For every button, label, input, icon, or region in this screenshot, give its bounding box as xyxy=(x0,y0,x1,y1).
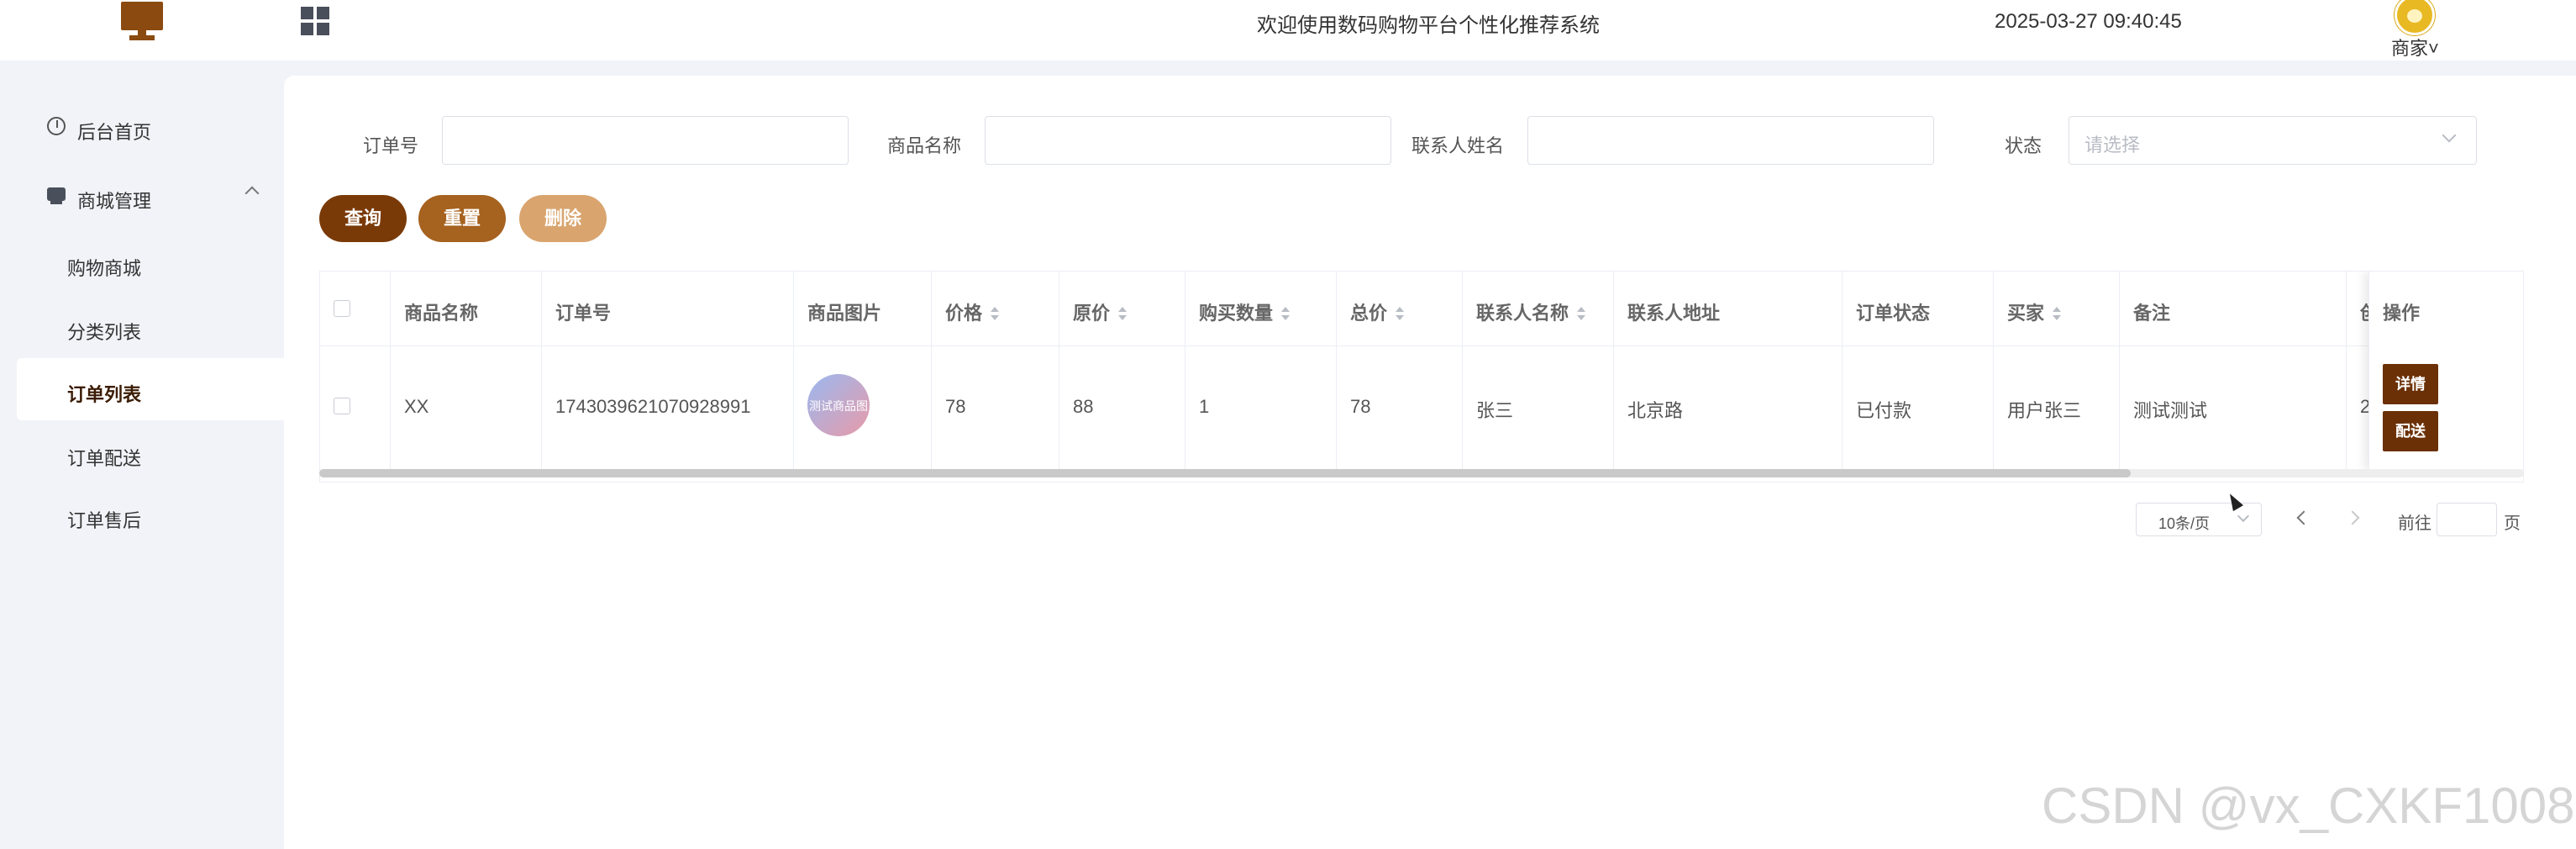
chevron-down-icon xyxy=(2442,128,2457,143)
cell-order-no: 1743039621070928991 xyxy=(542,345,794,470)
table-row: XX 1743039621070928991 测试商品图 78 88 1 78 xyxy=(320,345,2523,471)
cell-product-image: 测试商品图 xyxy=(794,345,932,470)
avatar xyxy=(2395,0,2435,35)
clock-icon xyxy=(47,117,66,135)
orders-table: 商品名称 订单号 商品图片 价格 原价 购买数量 总价 联系人名称 联系人地址 … xyxy=(319,271,2524,483)
sidebar: 后台首页 商城管理 购物商城 分类列表 订单列表 订单配送 订单售后 xyxy=(0,61,284,849)
col-header-contact-address: 联系人地址 xyxy=(1614,272,1843,345)
status-label: 状态 xyxy=(2005,135,2042,156)
table-horizontal-scrollbar[interactable] xyxy=(319,469,2524,477)
row-select-cell xyxy=(320,345,391,470)
col-header-buyer[interactable]: 买家 xyxy=(1994,272,2120,345)
page-unit-label: 页 xyxy=(2504,514,2521,533)
sort-icon[interactable] xyxy=(989,306,1001,323)
col-header-contact-name[interactable]: 联系人名称 xyxy=(1463,272,1614,345)
cell-order-status: 已付款 xyxy=(1843,345,1994,470)
col-header-original-price[interactable]: 原价 xyxy=(1059,272,1185,345)
page-size-select[interactable]: 10条/页 xyxy=(2136,503,2262,536)
col-header-operations: 操作 xyxy=(2383,303,2421,324)
sidebar-item-mall-management[interactable]: 商城管理 xyxy=(17,165,284,227)
user-name: 商家˅ xyxy=(2391,38,2439,59)
sidebar-item-label: 订单售后 xyxy=(67,510,142,531)
sidebar-item-label: 分类列表 xyxy=(67,322,142,343)
operations-column: 操作 详情 配送 xyxy=(2368,272,2523,470)
product-thumbnail[interactable]: 测试商品图 xyxy=(807,374,870,436)
contact-name-input[interactable] xyxy=(1527,116,1934,165)
sidebar-item-order-list[interactable]: 订单列表 xyxy=(17,358,284,420)
cell-price: 78 xyxy=(932,345,1059,470)
sidebar-item-order-delivery[interactable]: 订单配送 xyxy=(17,422,284,484)
query-button[interactable]: 查询 xyxy=(319,195,407,242)
sidebar-item-label: 后台首页 xyxy=(77,122,152,143)
table-header-row: 商品名称 订单号 商品图片 价格 原价 购买数量 总价 联系人名称 联系人地址 … xyxy=(320,272,2523,346)
sidebar-item-label: 订单配送 xyxy=(67,448,142,469)
sidebar-item-after-sales[interactable]: 订单售后 xyxy=(17,484,284,546)
status-select[interactable]: 请选择 xyxy=(2069,116,2477,165)
detail-button[interactable]: 详情 xyxy=(2383,364,2438,404)
main-panel: 订单号 商品名称 联系人姓名 状态 请选择 查询 重置 删除 商品名称 订单号 … xyxy=(284,76,2576,849)
page-title: 欢迎使用数码购物平台个性化推荐系统 xyxy=(1257,14,1600,37)
sidebar-item-shopping-mall[interactable]: 购物商城 xyxy=(17,232,284,294)
cell-product-name: XX xyxy=(391,345,542,470)
col-header-product-image: 商品图片 xyxy=(794,272,932,345)
sidebar-item-label: 购物商城 xyxy=(67,258,142,279)
col-header-product-name[interactable]: 商品名称 xyxy=(391,272,542,345)
prev-page-icon[interactable] xyxy=(2296,510,2311,525)
sidebar-item-dashboard[interactable]: 后台首页 xyxy=(17,96,284,158)
order-no-label: 订单号 xyxy=(363,135,419,156)
row-checkbox[interactable] xyxy=(334,398,350,414)
chevron-down-icon xyxy=(2237,509,2250,523)
order-no-input[interactable] xyxy=(442,116,849,165)
goto-page-input[interactable] xyxy=(2437,503,2497,536)
cell-original-price: 88 xyxy=(1059,345,1185,470)
col-header-total[interactable]: 总价 xyxy=(1337,272,1463,345)
reset-button[interactable]: 重置 xyxy=(418,195,506,242)
sidebar-item-label: 商城管理 xyxy=(77,191,152,212)
status-select-placeholder: 请选择 xyxy=(2084,134,2141,156)
sort-icon[interactable] xyxy=(1117,306,1128,323)
sort-icon[interactable] xyxy=(1575,306,1587,323)
product-name-label: 商品名称 xyxy=(887,135,962,156)
deliver-button[interactable]: 配送 xyxy=(2383,411,2438,451)
cell-total: 78 xyxy=(1337,345,1463,470)
cell-contact-name: 张三 xyxy=(1463,345,1614,470)
header-datetime: 2025-03-27 09:40:45 xyxy=(1995,10,2182,33)
goto-label: 前往 xyxy=(2398,514,2431,533)
top-header: 欢迎使用数码购物平台个性化推荐系统 2025-03-27 09:40:45 商家… xyxy=(0,0,2576,61)
product-name-input[interactable] xyxy=(985,116,1391,165)
col-header-remark: 备注 xyxy=(2120,272,2347,345)
cell-contact-address: 北京路 xyxy=(1614,345,1843,470)
sort-icon[interactable] xyxy=(2051,306,2063,323)
watermark: CSDN @vx_CXKF10088 xyxy=(2042,778,2576,834)
chevron-up-icon xyxy=(244,186,260,201)
col-header-order-status: 订单状态 xyxy=(1843,272,1994,345)
grid-menu-icon[interactable] xyxy=(301,7,329,35)
cell-buyer: 用户张三 xyxy=(1994,345,2120,470)
select-all-checkbox[interactable] xyxy=(334,300,350,317)
cell-remark: 测试测试 xyxy=(2120,345,2347,470)
header-select-cell xyxy=(320,272,391,345)
next-page-icon[interactable] xyxy=(2345,510,2360,525)
sidebar-item-label: 订单列表 xyxy=(67,384,142,405)
scrollbar-thumb[interactable] xyxy=(319,469,2131,477)
sidebar-item-category-list[interactable]: 分类列表 xyxy=(17,296,284,358)
shop-icon xyxy=(47,187,66,204)
sort-icon[interactable] xyxy=(1280,306,1291,323)
delete-button[interactable]: 删除 xyxy=(519,195,607,242)
contact-name-label: 联系人姓名 xyxy=(1412,135,1505,156)
sort-icon[interactable] xyxy=(1394,306,1406,323)
cell-quantity: 1 xyxy=(1185,345,1337,470)
user-menu[interactable]: 商家˅ xyxy=(2386,0,2453,61)
monitor-logo-icon xyxy=(121,2,163,42)
col-header-quantity[interactable]: 购买数量 xyxy=(1185,272,1337,345)
col-header-price[interactable]: 价格 xyxy=(932,272,1059,345)
col-header-order-no[interactable]: 订单号 xyxy=(542,272,794,345)
